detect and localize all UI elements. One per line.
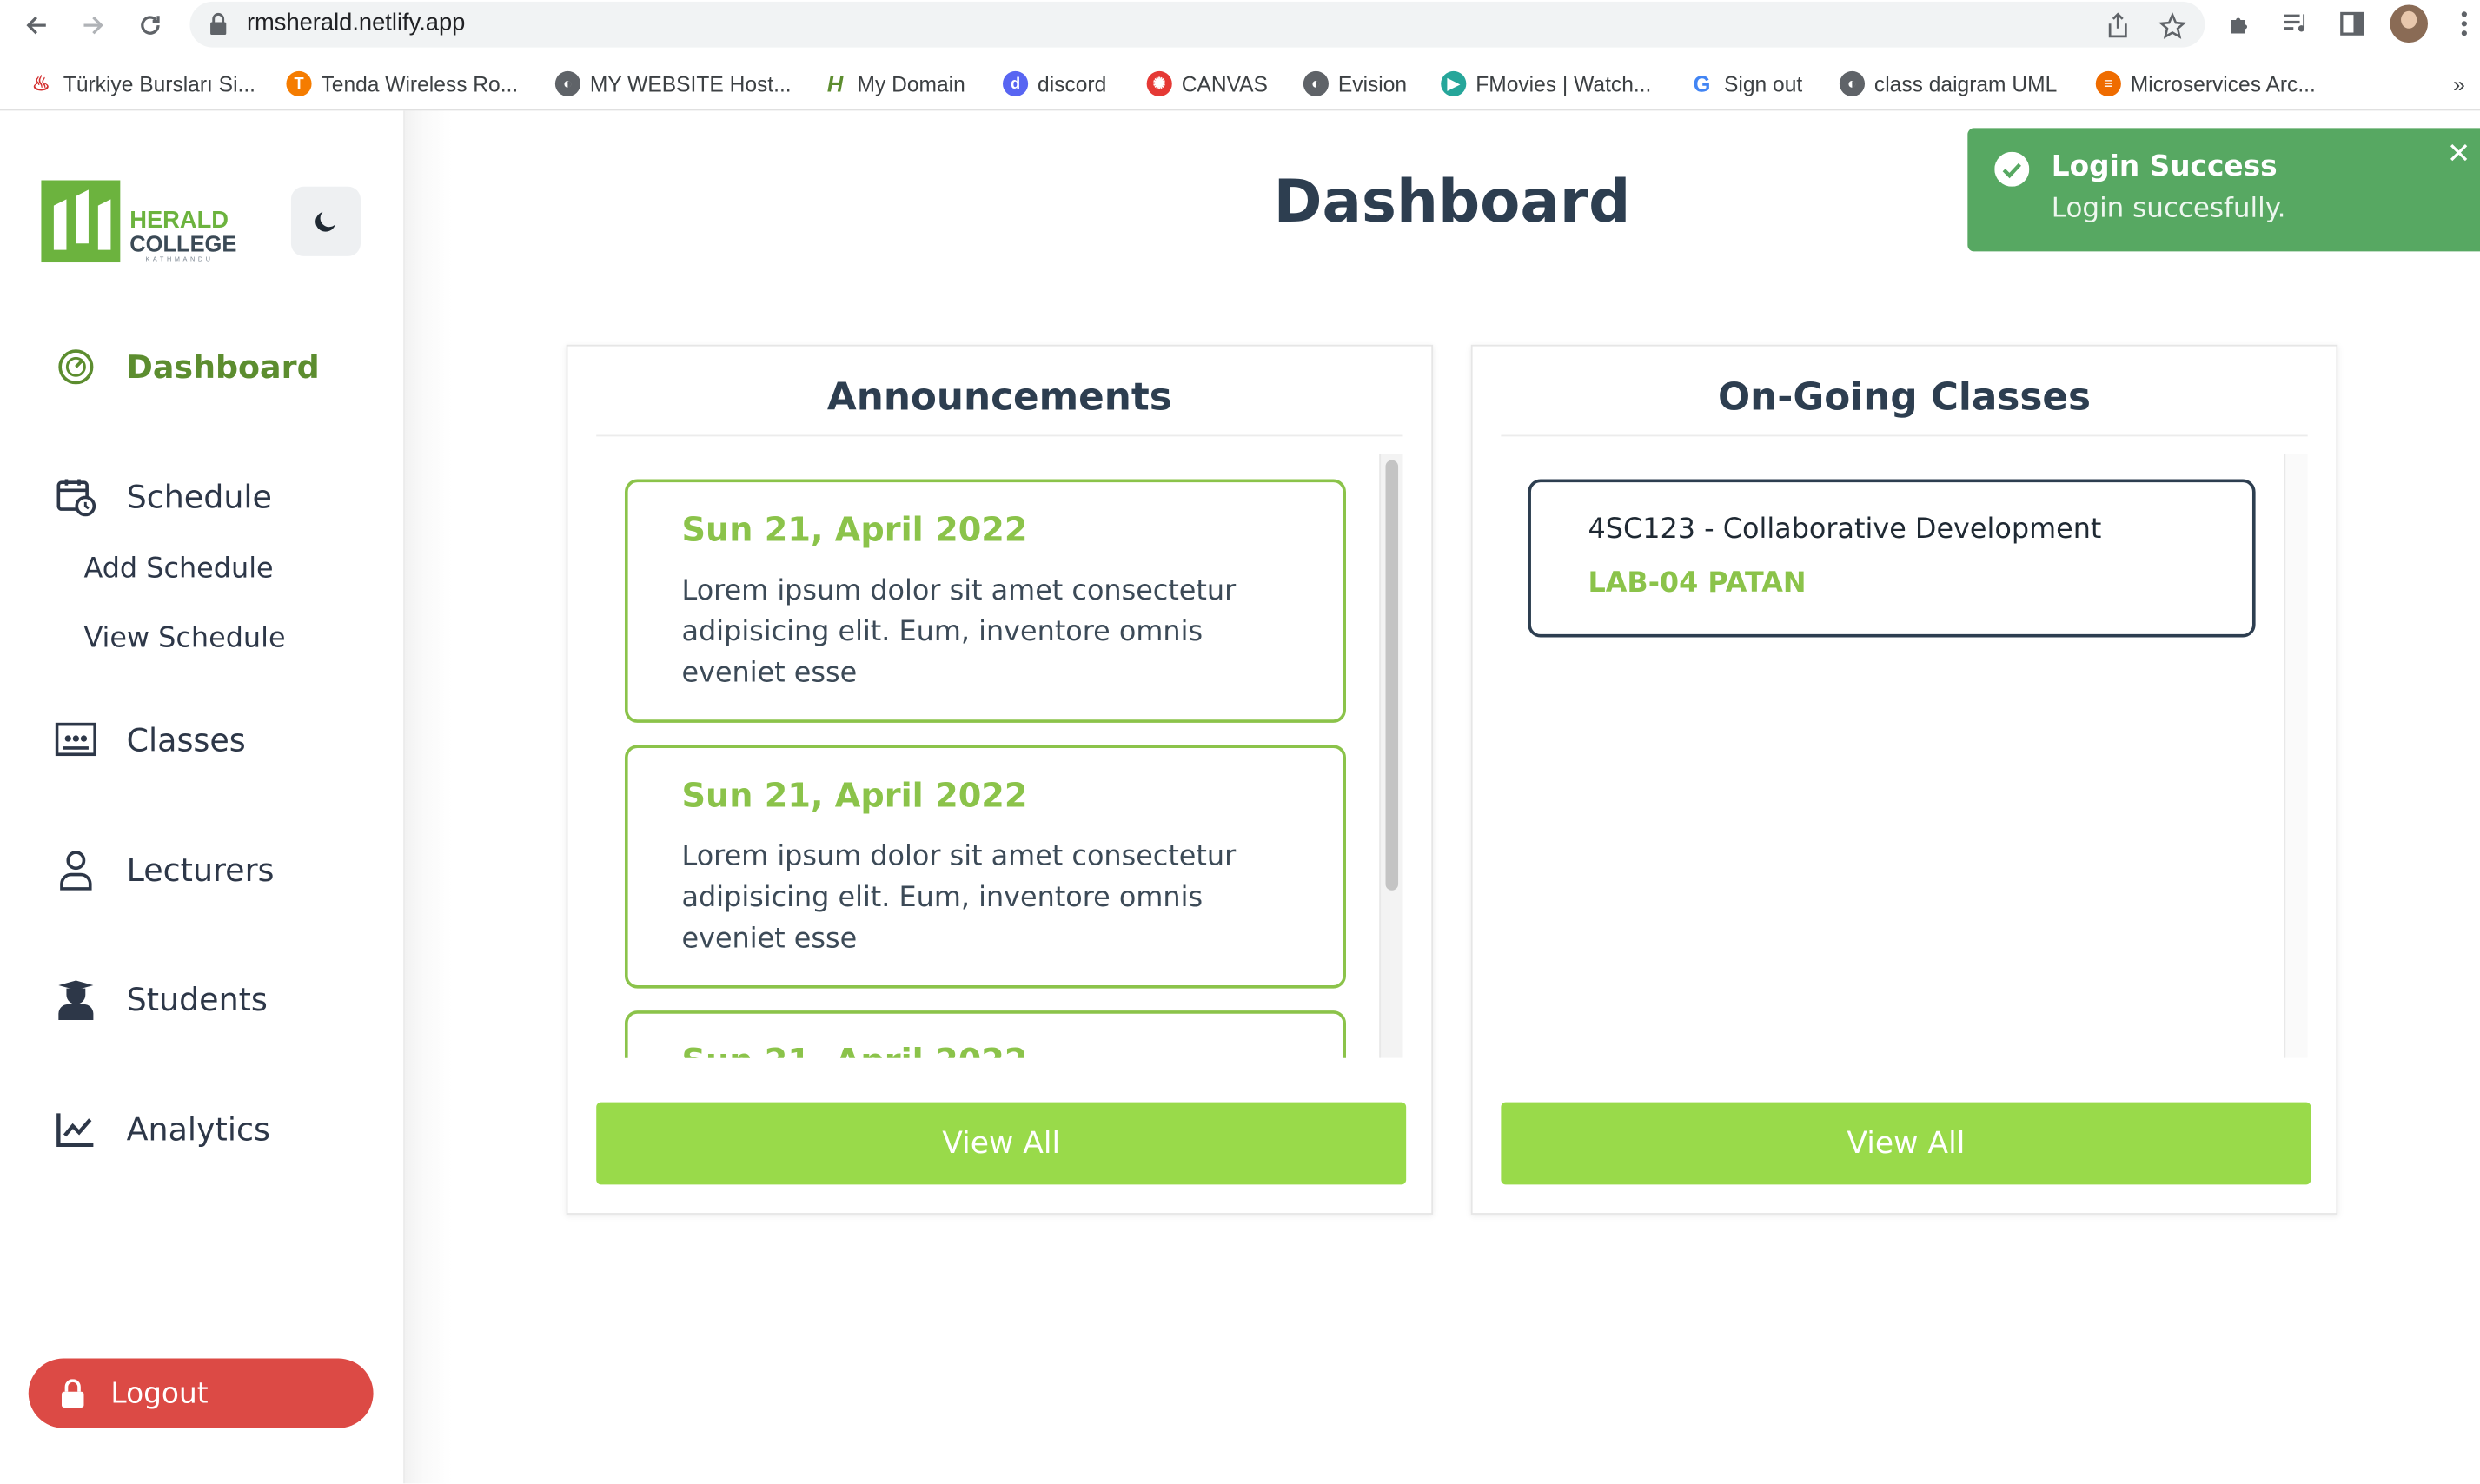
bookmark-star-icon[interactable] — [2154, 8, 2189, 43]
ongoing-classes-title: On-Going Classes — [1501, 374, 2308, 437]
check-circle-icon — [1994, 151, 2030, 187]
globe-icon: ◐ — [554, 70, 581, 97]
share-icon[interactable] — [2100, 8, 2135, 43]
more-vert-icon[interactable] — [2447, 6, 2480, 41]
scrollbar-thumb[interactable] — [1385, 460, 1399, 891]
sidebar: HERALD COLLEGE KATHMANDU Dashboard Sched… — [0, 110, 405, 1484]
browser-toolbar: rmsherald.netlify.app — [0, 0, 2480, 51]
logout-button[interactable]: Logout — [28, 1358, 374, 1428]
globe-icon: ◐ — [1839, 70, 1866, 97]
media-control-icon[interactable] — [2279, 6, 2314, 41]
graduate-icon — [54, 977, 98, 1022]
classroom-icon — [54, 718, 98, 762]
announcements-title: Announcements — [596, 374, 1403, 437]
announcement-text: Lorem ipsum dolor sit amet consectetur a… — [681, 575, 1237, 690]
tenda-icon: T — [286, 70, 312, 97]
sidebar-subitem-add-schedule[interactable]: Add Schedule — [83, 553, 273, 585]
calendar-clock-icon — [54, 474, 98, 519]
class-room: LAB-04 PATAN — [1588, 567, 1807, 600]
scrollbar[interactable] — [1379, 454, 1403, 1058]
bookmarks-bar: ♨ Türkiye Bursları Si... T Tenda Wireless … — [0, 58, 2480, 111]
bookmark-canvas[interactable]: ✺ CANVAS — [1146, 70, 1268, 98]
close-icon[interactable]: ✕ — [2447, 137, 2470, 170]
chart-line-icon — [54, 1107, 98, 1151]
bookmark-class-diagram[interactable]: ◐ class daigram UML — [1839, 70, 2057, 98]
sidebar-item-classes[interactable]: Classes — [54, 718, 246, 762]
bookmark-evision[interactable]: ◐ Evision — [1303, 70, 1407, 98]
bookmark-my-website[interactable]: ◐ MY WEBSITE Host... — [554, 70, 792, 98]
bookmark-microservices[interactable]: ≡ Microservices Arc... — [2095, 70, 2316, 98]
address-bar[interactable]: rmsherald.netlify.app — [189, 1, 2205, 48]
forward-arrow-icon[interactable] — [76, 8, 110, 43]
bookmark-fmovies[interactable]: ▶ FMovies | Watch... — [1441, 70, 1651, 98]
reload-icon[interactable] — [133, 8, 168, 43]
svg-text:KATHMANDU: KATHMANDU — [145, 255, 213, 262]
bookmark-turkiye[interactable]: ♨ Türkiye Bursları Si... — [28, 70, 255, 98]
herald-college-logo: HERALD COLLEGE KATHMANDU — [41, 180, 239, 262]
canvas-icon: ✺ — [1146, 70, 1172, 97]
sidebar-item-dashboard[interactable]: Dashboard — [54, 345, 320, 389]
bookmark-discord[interactable]: d discord — [1003, 70, 1106, 98]
bookmark-tenda[interactable]: T Tenda Wireless Ro... — [286, 70, 518, 98]
lock-icon — [210, 13, 227, 36]
stack-icon: ≡ — [2095, 70, 2121, 97]
play-icon: ▶ — [1441, 70, 1467, 97]
lock-icon — [61, 1379, 84, 1408]
profile-avatar[interactable] — [2390, 4, 2429, 43]
class-item[interactable]: 4SC123 - Collaborative Development LAB-0… — [1528, 479, 2256, 638]
side-panel-icon[interactable] — [2335, 6, 2370, 41]
user-icon — [54, 848, 98, 892]
ongoing-classes-list[interactable]: 4SC123 - Collaborative Development LAB-0… — [1501, 454, 2308, 1058]
tulip-icon: ♨ — [28, 70, 54, 97]
svg-text:COLLEGE: COLLEGE — [129, 232, 236, 256]
theme-toggle-button[interactable] — [290, 186, 361, 256]
announcements-card: Announcements Sun 21, April 2022 Lorem i… — [566, 344, 1434, 1215]
bookmark-sign-out[interactable]: G Sign out — [1688, 70, 1802, 98]
announcements-view-all-button[interactable]: View All — [596, 1102, 1407, 1185]
sidebar-item-schedule[interactable]: Schedule — [54, 474, 272, 519]
hostinger-icon: H — [822, 70, 848, 97]
announcement-date: Sun 21, April 2022 — [682, 1043, 1290, 1058]
ongoing-view-all-button[interactable]: View All — [1501, 1102, 2311, 1185]
announcement-date: Sun 21, April 2022 — [681, 776, 1028, 815]
announcement-item[interactable]: Sun 21, April 2022 — [624, 1010, 1346, 1058]
scrollbar[interactable] — [2284, 454, 2308, 1058]
bookmark-my-domain[interactable]: H My Domain — [822, 70, 965, 98]
sidebar-subitem-view-schedule[interactable]: View Schedule — [83, 623, 285, 654]
announcements-list[interactable]: Sun 21, April 2022 Lorem ipsum dolor sit… — [596, 454, 1403, 1058]
dashboard-gauge-icon — [54, 345, 98, 389]
login-success-toast: Login Success Login succesfully. ✕ — [1967, 128, 2480, 252]
google-icon: G — [1688, 70, 1715, 97]
globe-icon: ◐ — [1303, 70, 1329, 97]
toast-title: Login Success — [2051, 149, 2278, 184]
announcement-item[interactable]: Sun 21, April 2022 Lorem ipsum dolor sit… — [624, 745, 1346, 989]
class-code: 4SC123 - Collaborative Development — [1588, 513, 2102, 546]
moon-icon — [315, 211, 335, 232]
back-arrow-icon[interactable] — [19, 8, 54, 43]
announcement-item[interactable]: Sun 21, April 2022 Lorem ipsum dolor sit… — [624, 479, 1346, 723]
extensions-puzzle-icon[interactable] — [2222, 6, 2257, 41]
sidebar-item-lecturers[interactable]: Lecturers — [54, 848, 275, 892]
more-bookmarks-chevron-icon[interactable]: » — [2453, 70, 2465, 98]
svg-text:HERALD: HERALD — [129, 206, 229, 233]
sidebar-item-students[interactable]: Students — [54, 977, 268, 1022]
url-text: rmsherald.netlify.app — [246, 9, 466, 36]
toast-message: Login succesfully. — [2051, 193, 2286, 225]
main-content: Dashboard Announcements Sun 21, April 20… — [404, 110, 2480, 1484]
sidebar-item-analytics[interactable]: Analytics — [54, 1107, 270, 1151]
discord-icon: d — [1003, 70, 1029, 97]
announcement-text: Lorem ipsum dolor sit amet consectetur a… — [681, 841, 1237, 956]
announcement-date: Sun 21, April 2022 — [681, 510, 1028, 549]
ongoing-classes-card: On-Going Classes 4SC123 - Collaborative … — [1470, 344, 2338, 1215]
